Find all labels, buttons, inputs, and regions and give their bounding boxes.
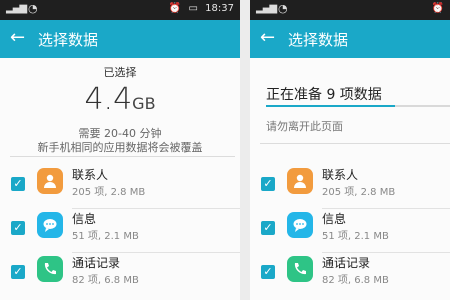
list-item-messages[interactable]: ✓ 信息 51 项, 2.1 MB [0,209,240,253]
size-unit: GB [132,94,156,113]
item-meta: 205 项, 2.8 MB [72,187,146,198]
back-arrow-icon[interactable]: ← [260,27,275,49]
alarm-icon: ⏰ [168,3,182,14]
app-bar: ← 选择数据 [0,20,240,58]
call-log-icon [37,256,63,282]
wifi-icon: ◔ [278,2,288,15]
list-item-call-log[interactable]: ✓ 通话记录 82 项, 6.8 MB [0,253,240,297]
alarm-icon: ⏰ [431,3,444,14]
item-name: 信息 [322,212,347,226]
checkbox-checked-icon[interactable]: ✓ [261,265,275,279]
item-meta: 51 项, 2.1 MB [72,231,139,242]
screen-preparing-data: ▂▄▆ ◔ ⏰ ← 选择数据 正在准备 9 项数据 请勿离开此页面 ✓ 联系人 … [250,0,450,300]
messages-icon [287,212,313,238]
checkbox-checked-icon[interactable]: ✓ [11,177,25,191]
list-item-contacts[interactable]: ✓ 联系人 205 项, 2.8 MB [0,165,240,209]
checkbox-checked-icon[interactable]: ✓ [261,177,275,191]
contacts-icon [287,168,313,194]
status-bar: ▂▄▆ ◔ ⏰ ▭ 18:37 [0,0,240,20]
list-item-messages[interactable]: ✓ 信息 51 项, 2.1 MB [250,209,450,253]
item-meta: 82 项, 6.8 MB [322,275,389,286]
signal-icon: ▂▄▆ [6,3,27,14]
status-time: 18:37 [205,3,234,14]
selected-label: 已选择 [103,66,137,79]
signal-icon: ▂▄▆ [256,3,277,14]
item-name: 联系人 [72,168,109,182]
overwrite-warning: 新手机相同的应用数据将会被覆盖 [37,141,203,154]
selected-size: 4.4GB [0,82,240,117]
wifi-icon: ◔ [28,2,38,15]
item-meta: 205 项, 2.8 MB [322,187,396,198]
status-bar: ▂▄▆ ◔ ⏰ [250,0,450,20]
call-log-icon [287,256,313,282]
page-title: 选择数据 [38,31,99,49]
item-name: 联系人 [322,168,359,182]
page-title: 选择数据 [288,31,349,49]
item-name: 信息 [72,212,97,226]
item-name: 通话记录 [72,256,121,270]
preparing-title: 正在准备 9 项数据 [266,87,382,103]
checkbox-checked-icon[interactable]: ✓ [11,265,25,279]
messages-icon [37,212,63,238]
progress-fill [266,105,395,107]
screen-select-data: ▂▄▆ ◔ ⏰ ▭ 18:37 ← 选择数据 已选择 4.4GB 需要 20-4… [0,0,240,300]
item-meta: 51 项, 2.1 MB [322,231,389,242]
app-bar: ← 选择数据 [250,20,450,58]
item-name: 通话记录 [322,256,371,270]
size-value: 4.4 [84,82,133,117]
divider [260,143,450,144]
contacts-icon [37,168,63,194]
divider [10,156,235,157]
checkbox-checked-icon[interactable]: ✓ [261,221,275,235]
screenshot-divider [240,0,250,300]
list-item-contacts[interactable]: ✓ 联系人 205 项, 2.8 MB [250,165,450,209]
stay-notice: 请勿离开此页面 [266,120,343,133]
list-item-call-log[interactable]: ✓ 通话记录 82 项, 6.8 MB [250,253,450,297]
battery-icon: ▭ [188,3,198,14]
item-meta: 82 项, 6.8 MB [72,275,139,286]
back-arrow-icon[interactable]: ← [10,27,25,49]
checkbox-checked-icon[interactable]: ✓ [11,221,25,235]
